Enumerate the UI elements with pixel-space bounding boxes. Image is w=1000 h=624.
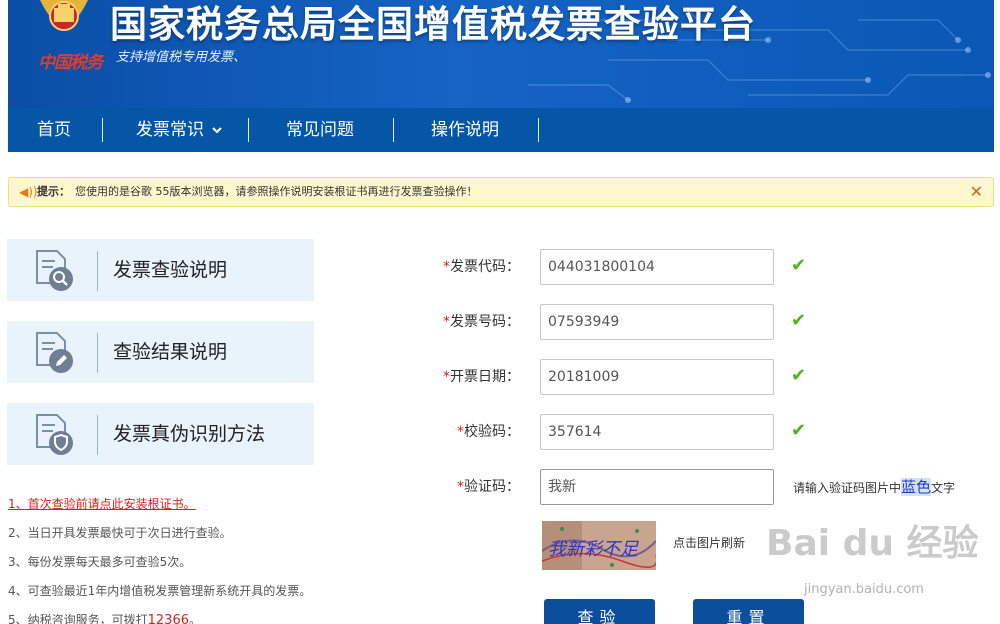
check-icon: ✔ — [791, 255, 807, 276]
notes-list: 1、首次查验前请点此安装根证书。 2、当日开具发票最快可于次日进行查验。 3、每… — [8, 494, 311, 624]
card-label: 查验结果说明 — [113, 341, 228, 363]
field-label-text: 发票代码： — [450, 259, 520, 275]
note-text: 5、纳税咨询服务，可拨打 — [8, 613, 148, 624]
field-invoice-code: *发票代码： 044031800104 ✔ — [410, 249, 990, 285]
required-mark: * — [443, 259, 450, 275]
hotline-number: 12366 — [147, 613, 189, 624]
nav-separator — [393, 118, 394, 142]
site-title: 国家税务总局全国增值税发票查验平台 — [110, 3, 756, 46]
field-invoice-number: *发票号码： 07593949 ✔ — [410, 304, 990, 340]
note-text: 。 — [189, 613, 202, 624]
field-label: *发票代码： — [443, 249, 520, 285]
card-invoice-check-guide[interactable]: 发票查验说明 — [7, 239, 314, 301]
search-document-icon — [36, 250, 73, 291]
alert-message: 您使用的是谷歌 55版本浏览器，请参照操作说明安装根证书再进行发票查验操作！ — [75, 185, 478, 198]
nav-home-label: 首页 — [37, 120, 71, 140]
refresh-captcha-link[interactable]: 点击图片刷新 — [673, 534, 745, 551]
check-icon: ✔ — [791, 420, 807, 441]
required-mark: * — [443, 314, 450, 330]
field-check-code: *校验码： 357614 ✔ — [410, 414, 990, 450]
site-subtitle: 支持增值税专用发票、 — [116, 50, 247, 65]
card-divider — [97, 415, 98, 455]
note-item: 4、可查验最近1年内增值税发票管理新系统开具的发票。 — [8, 584, 312, 598]
required-mark: * — [443, 369, 450, 385]
card-label: 发票查验说明 — [113, 259, 228, 281]
watermark-url: jingyan.baidu.com — [804, 582, 924, 597]
browser-alert: ◀)) 提示： 您使用的是谷歌 55版本浏览器，请参照操作说明安装根证书再进行发… — [8, 177, 994, 207]
nav-invoice-knowledge[interactable]: 发票常识 — [136, 108, 223, 152]
card-result-guide[interactable]: 查验结果说明 — [7, 321, 314, 383]
card-divider — [97, 251, 98, 291]
captcha-text: 我新彩不足 — [548, 539, 639, 560]
card-authenticity-methods[interactable]: 发票真伪识别方法 — [7, 403, 314, 465]
install-cert-link[interactable]: 1、首次查验前请点此安装根证书。 — [8, 494, 311, 523]
nav-home[interactable]: 首页 — [37, 108, 71, 152]
note-item: 3、每份发票每天最多可查验5次。 — [8, 555, 192, 569]
tax-emblem-icon — [40, 0, 88, 31]
submit-button[interactable]: 查验 — [544, 599, 655, 624]
card-divider — [97, 333, 98, 373]
nav-faq[interactable]: 常见问题 — [286, 108, 354, 152]
required-mark: * — [457, 424, 464, 440]
nav-faq-label: 常见问题 — [286, 120, 354, 140]
field-label-text: 发票号码： — [450, 314, 520, 330]
field-label-text: 校验码： — [464, 424, 520, 440]
check-code-input[interactable]: 357614 — [540, 414, 774, 450]
captcha-hint: 请输入验证码图片中蓝色文字 — [793, 469, 955, 506]
speaker-icon: ◀)) — [19, 185, 38, 199]
check-icon: ✔ — [791, 365, 807, 386]
field-label: *发票号码： — [443, 304, 520, 340]
field-captcha: *验证码： 我新 请输入验证码图片中蓝色文字 — [410, 469, 990, 505]
nav-instructions[interactable]: 操作说明 — [431, 108, 499, 152]
edit-document-icon — [36, 332, 73, 373]
shield-document-icon — [36, 414, 73, 455]
main-nav: 首页 发票常识 常见问题 操作说明 — [8, 108, 994, 152]
nav-instructions-label: 操作说明 — [431, 120, 499, 140]
captcha-image[interactable]: 我新彩不足 — [542, 521, 656, 570]
note-item: 5、纳税咨询服务，可拨打12366。 — [8, 610, 311, 624]
nav-invoice-knowledge-label: 发票常识 — [136, 120, 204, 140]
hint-text: 请输入验证码图片中 — [793, 481, 902, 495]
baidu-watermark: Bai du 经验 jingyan.baidu.com — [766, 514, 979, 597]
field-label: *开票日期： — [443, 359, 520, 395]
captcha-input[interactable]: 我新 — [540, 469, 774, 505]
field-label-text: 开票日期： — [450, 369, 520, 385]
nav-separator — [248, 118, 249, 142]
required-mark: * — [457, 479, 464, 495]
check-icon: ✔ — [791, 310, 807, 331]
invoice-number-input[interactable]: 07593949 — [540, 304, 774, 340]
hint-text: 文字 — [931, 481, 956, 495]
field-issue-date: *开票日期： 20181009 ✔ — [410, 359, 990, 395]
signature-logo: 中国税务 — [38, 53, 103, 73]
watermark-text: Bai du 经验 — [766, 523, 979, 564]
alert-label: 提示： — [37, 185, 70, 198]
close-icon[interactable]: ✕ — [970, 178, 983, 206]
hint-color-word: 蓝色 — [901, 478, 932, 496]
card-label: 发票真伪识别方法 — [113, 423, 266, 445]
field-label: *验证码： — [457, 469, 520, 505]
nav-separator — [538, 118, 539, 142]
nav-separator — [102, 118, 103, 142]
field-label: *校验码： — [457, 414, 520, 450]
chevron-down-icon — [212, 127, 223, 134]
invoice-code-input[interactable]: 044031800104 — [540, 249, 774, 285]
note-item: 2、当日开具发票最快可于次日进行查验。 — [8, 526, 232, 540]
field-label-text: 验证码： — [464, 479, 520, 495]
site-header: 中国税务 国家税务总局全国增值税发票查验平台 支持增值税专用发票、 — [8, 0, 994, 108]
reset-button[interactable]: 重置 — [693, 599, 804, 624]
issue-date-input[interactable]: 20181009 — [540, 359, 774, 395]
